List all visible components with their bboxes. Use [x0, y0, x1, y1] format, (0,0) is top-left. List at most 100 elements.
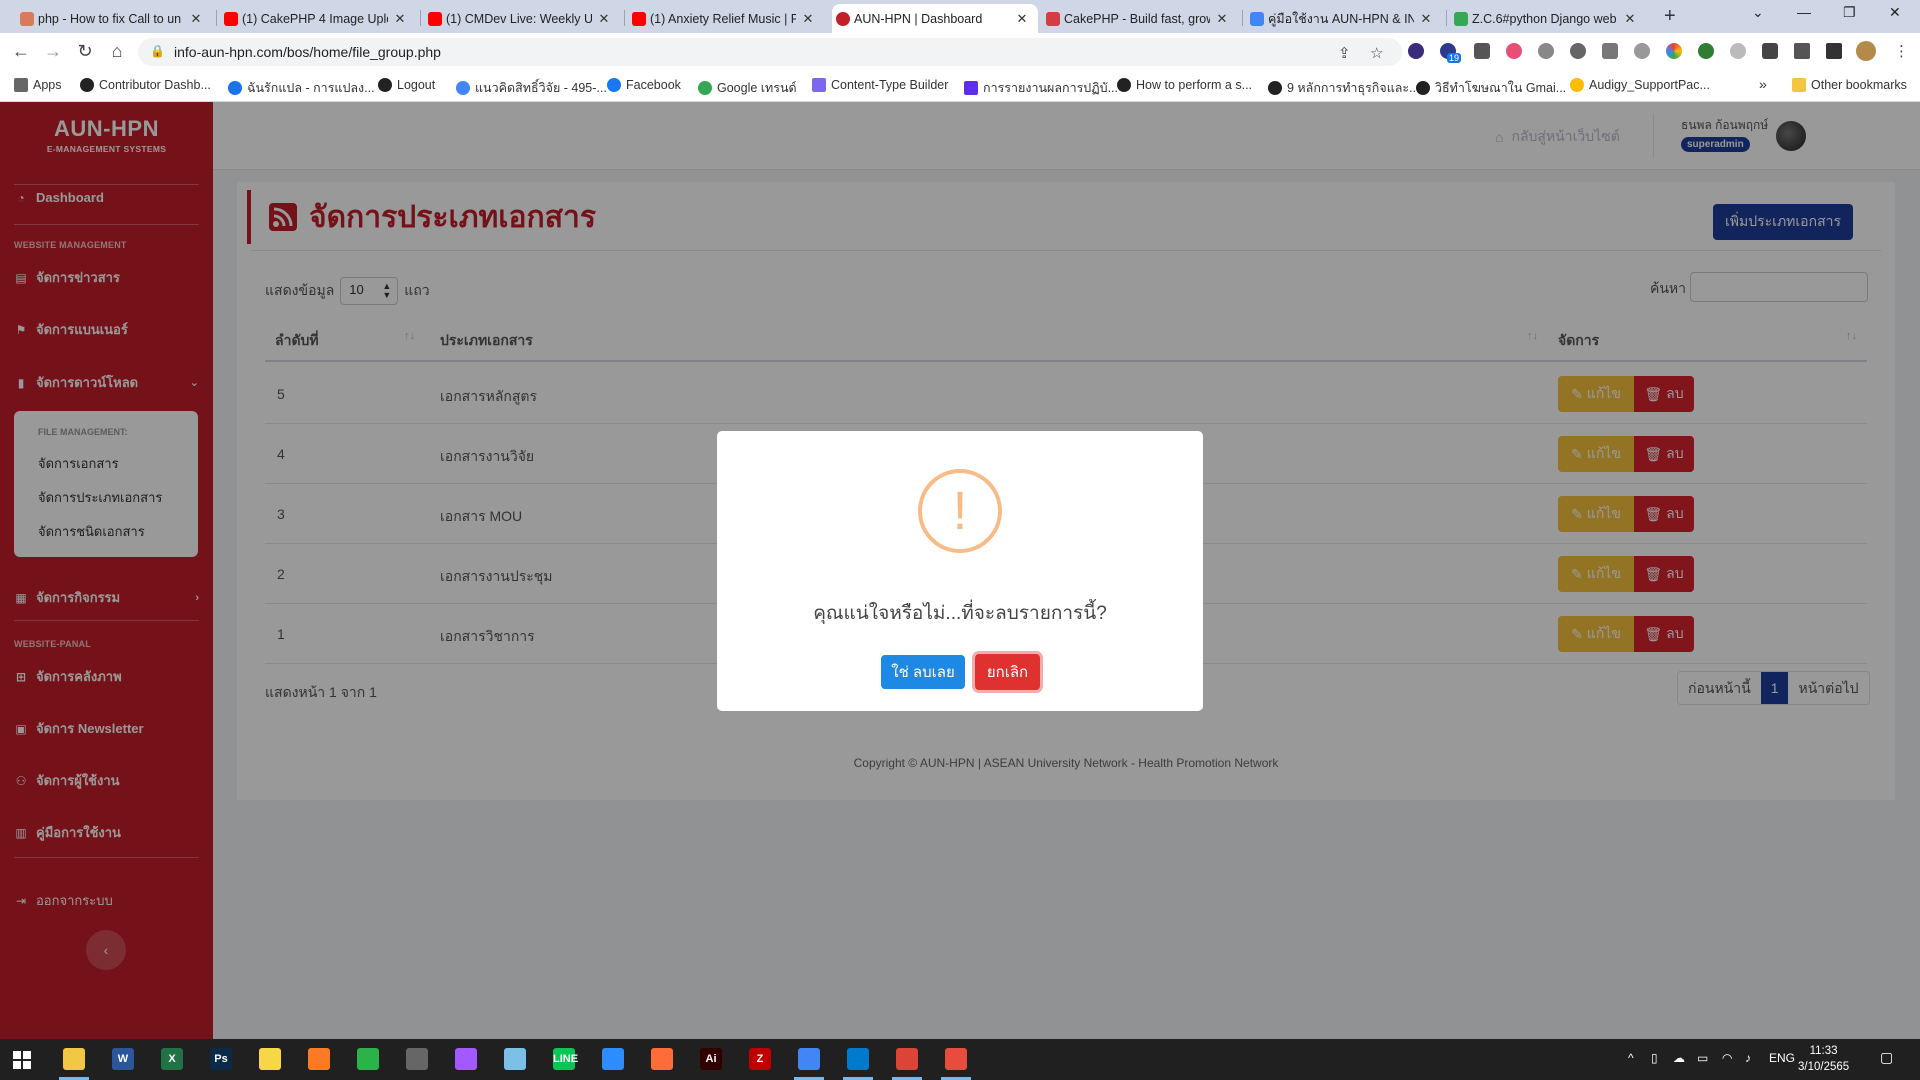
bookmark-item[interactable]: แนวคิดสิทธิ์วิจัย - 495-... — [456, 78, 607, 98]
tab-search-icon[interactable]: ⌄ — [1752, 4, 1764, 21]
postman-icon[interactable] — [651, 1048, 673, 1070]
battery-icon[interactable]: ▭ — [1697, 1051, 1708, 1065]
browser-tab[interactable]: (1) Anxiety Relief Music | F ✕ — [628, 4, 824, 33]
extension-icon[interactable] — [1538, 43, 1554, 59]
bookmark-item[interactable]: Content-Type Builder — [812, 78, 948, 92]
bookmark-item[interactable]: Google เทรนด์ — [698, 78, 797, 98]
home-icon[interactable]: ⌂ — [106, 41, 128, 62]
file-explorer-icon[interactable] — [63, 1048, 85, 1070]
browser-tab[interactable]: (1) CakePHP 4 Image Uplo ✕ — [220, 4, 416, 33]
bookmark-item[interactable]: ฉันรักแปล - การแปลง... — [228, 78, 375, 98]
browser-tab-strip: php - How to fix Call to un ✕ (1) CakePH… — [0, 0, 1920, 33]
photoshop-icon[interactable]: Ps — [210, 1048, 232, 1070]
app-other-icon[interactable] — [945, 1048, 967, 1070]
extension-icon[interactable] — [1634, 43, 1650, 59]
filezilla-icon[interactable]: Z — [749, 1048, 771, 1070]
bookmark-item[interactable]: Contributor Dashb... — [80, 78, 211, 92]
bookmark-item[interactable]: Facebook — [607, 78, 681, 92]
browser-tab[interactable]: Z.C.6#python Django web ✕ — [1450, 4, 1646, 33]
vscode-icon[interactable] — [847, 1048, 869, 1070]
notification-icon[interactable]: ▢ — [1880, 1049, 1893, 1066]
extension-icon[interactable] — [1474, 43, 1490, 59]
tab-close-icon[interactable]: ✕ — [1014, 11, 1030, 27]
chrome-icon[interactable] — [798, 1048, 820, 1070]
dialog-message: คุณแน่ใจหรือไม่...ที่จะลบรายการนี้? — [813, 603, 1107, 624]
tab-title: (1) CMDev Live: Weekly Up — [446, 11, 592, 26]
bookmark-item[interactable]: Audigy_SupportPac... — [1570, 78, 1710, 92]
clock[interactable]: 11:33 3/10/2565 — [1798, 1043, 1849, 1075]
tab-close-icon[interactable]: ✕ — [392, 11, 408, 27]
wifi-icon[interactable]: ◠ — [1722, 1051, 1732, 1065]
xampp-icon[interactable] — [308, 1048, 330, 1070]
lock-icon: 🔒 — [150, 44, 165, 58]
bookmark-item[interactable]: Logout — [378, 78, 435, 92]
browser-tab[interactable]: CakePHP - Build fast, grow ✕ — [1042, 4, 1238, 33]
close-window-button[interactable]: ✕ — [1889, 4, 1901, 21]
chrome-menu-icon[interactable]: ⋮ — [1894, 42, 1909, 60]
bookmark-item[interactable]: วิธีทำโฆษณาใน Gmai... — [1416, 78, 1566, 98]
bookmark-star-icon[interactable]: ☆ — [1370, 44, 1383, 62]
sticky-notes-icon[interactable] — [259, 1048, 281, 1070]
profile-avatar[interactable] — [1856, 41, 1876, 61]
bookmark-item[interactable]: การรายงานผลการปฏิบั... — [964, 78, 1118, 98]
device-icon[interactable]: ▯ — [1651, 1051, 1658, 1065]
browser-tab[interactable]: คู่มือใช้งาน AUN-HPN & INF ✕ — [1246, 4, 1442, 33]
tab-title: php - How to fix Call to un — [38, 11, 182, 26]
browser-toolbar: ← → ↻ ⌂ 🔒 info-aun-hpn.com/bos/home/file… — [0, 33, 1920, 71]
bookmark-item[interactable]: How to perform a s... — [1117, 78, 1252, 92]
extension-icon[interactable] — [1666, 43, 1682, 59]
reading-list-icon[interactable] — [1794, 43, 1810, 59]
cancel-button[interactable]: ยกเลิก — [975, 654, 1040, 690]
reload-icon[interactable]: ↻ — [74, 41, 96, 62]
notepad-icon[interactable] — [504, 1048, 526, 1070]
clock-date: 3/10/2565 — [1798, 1061, 1850, 1073]
bookmark-apps[interactable]: Apps — [14, 78, 62, 92]
side-panel-icon[interactable] — [1826, 43, 1842, 59]
chrome-active-icon[interactable] — [896, 1048, 918, 1070]
language-indicator[interactable]: ENG — [1769, 1051, 1795, 1065]
forward-arrow-icon[interactable]: → — [42, 41, 64, 62]
tab-close-icon[interactable]: ✕ — [1214, 11, 1230, 27]
browser-tab[interactable]: (1) CMDev Live: Weekly Up ✕ — [424, 4, 620, 33]
back-arrow-icon[interactable]: ← — [10, 41, 32, 62]
tab-close-icon[interactable]: ✕ — [1418, 11, 1434, 27]
zoom-icon[interactable] — [602, 1048, 624, 1070]
windows-start-icon[interactable] — [13, 1051, 31, 1069]
extension-icon[interactable] — [1506, 43, 1522, 59]
minimize-button[interactable]: — — [1797, 4, 1811, 20]
calculator-icon[interactable] — [406, 1048, 428, 1070]
youtube-icon — [428, 11, 442, 26]
extension-icon[interactable] — [1408, 43, 1424, 59]
restore-button[interactable]: ❐ — [1843, 4, 1856, 21]
extension-icon[interactable] — [1698, 43, 1714, 59]
tab-title: คู่มือใช้งาน AUN-HPN & INF — [1268, 11, 1414, 26]
chat-icon[interactable] — [357, 1048, 379, 1070]
chevron-up-icon[interactable]: ^ — [1628, 1051, 1634, 1065]
tab-close-icon[interactable]: ✕ — [800, 11, 816, 27]
confirm-delete-button[interactable]: ใช่ ลบเลย — [881, 655, 965, 689]
extension-icon[interactable] — [1570, 43, 1586, 59]
figma-icon[interactable] — [455, 1048, 477, 1070]
share-icon[interactable]: ⇪ — [1338, 44, 1351, 62]
tab-close-icon[interactable]: ✕ — [1622, 11, 1638, 27]
word-icon[interactable]: W — [112, 1048, 134, 1070]
extensions-puzzle-icon[interactable] — [1762, 43, 1778, 59]
illustrator-icon[interactable]: Ai — [700, 1048, 722, 1070]
extension-badge: 19 — [1447, 53, 1462, 63]
bookmark-item[interactable]: 9 หลักการทำธุรกิจและ... — [1268, 78, 1420, 98]
line-icon[interactable]: LINE — [553, 1048, 578, 1070]
volume-icon[interactable]: ♪ — [1745, 1051, 1751, 1065]
cloud-icon[interactable]: ☁ — [1673, 1051, 1685, 1065]
excel-icon[interactable]: X — [161, 1048, 183, 1070]
bookmarks-overflow-button[interactable]: » — [1759, 76, 1767, 92]
bookmark-favicon-icon — [80, 78, 94, 92]
address-bar[interactable]: 🔒 info-aun-hpn.com/bos/home/file_group.p… — [138, 38, 1402, 66]
browser-tab-active[interactable]: AUN-HPN | Dashboard ✕ — [832, 4, 1038, 33]
other-bookmarks[interactable]: Other bookmarks — [1792, 78, 1907, 92]
extension-icon[interactable] — [1602, 43, 1618, 59]
tab-close-icon[interactable]: ✕ — [596, 11, 612, 27]
new-tab-button[interactable]: + — [1664, 5, 1676, 28]
browser-tab[interactable]: php - How to fix Call to un ✕ — [16, 4, 212, 33]
tab-close-icon[interactable]: ✕ — [188, 11, 204, 27]
extension-icon[interactable] — [1730, 43, 1746, 59]
